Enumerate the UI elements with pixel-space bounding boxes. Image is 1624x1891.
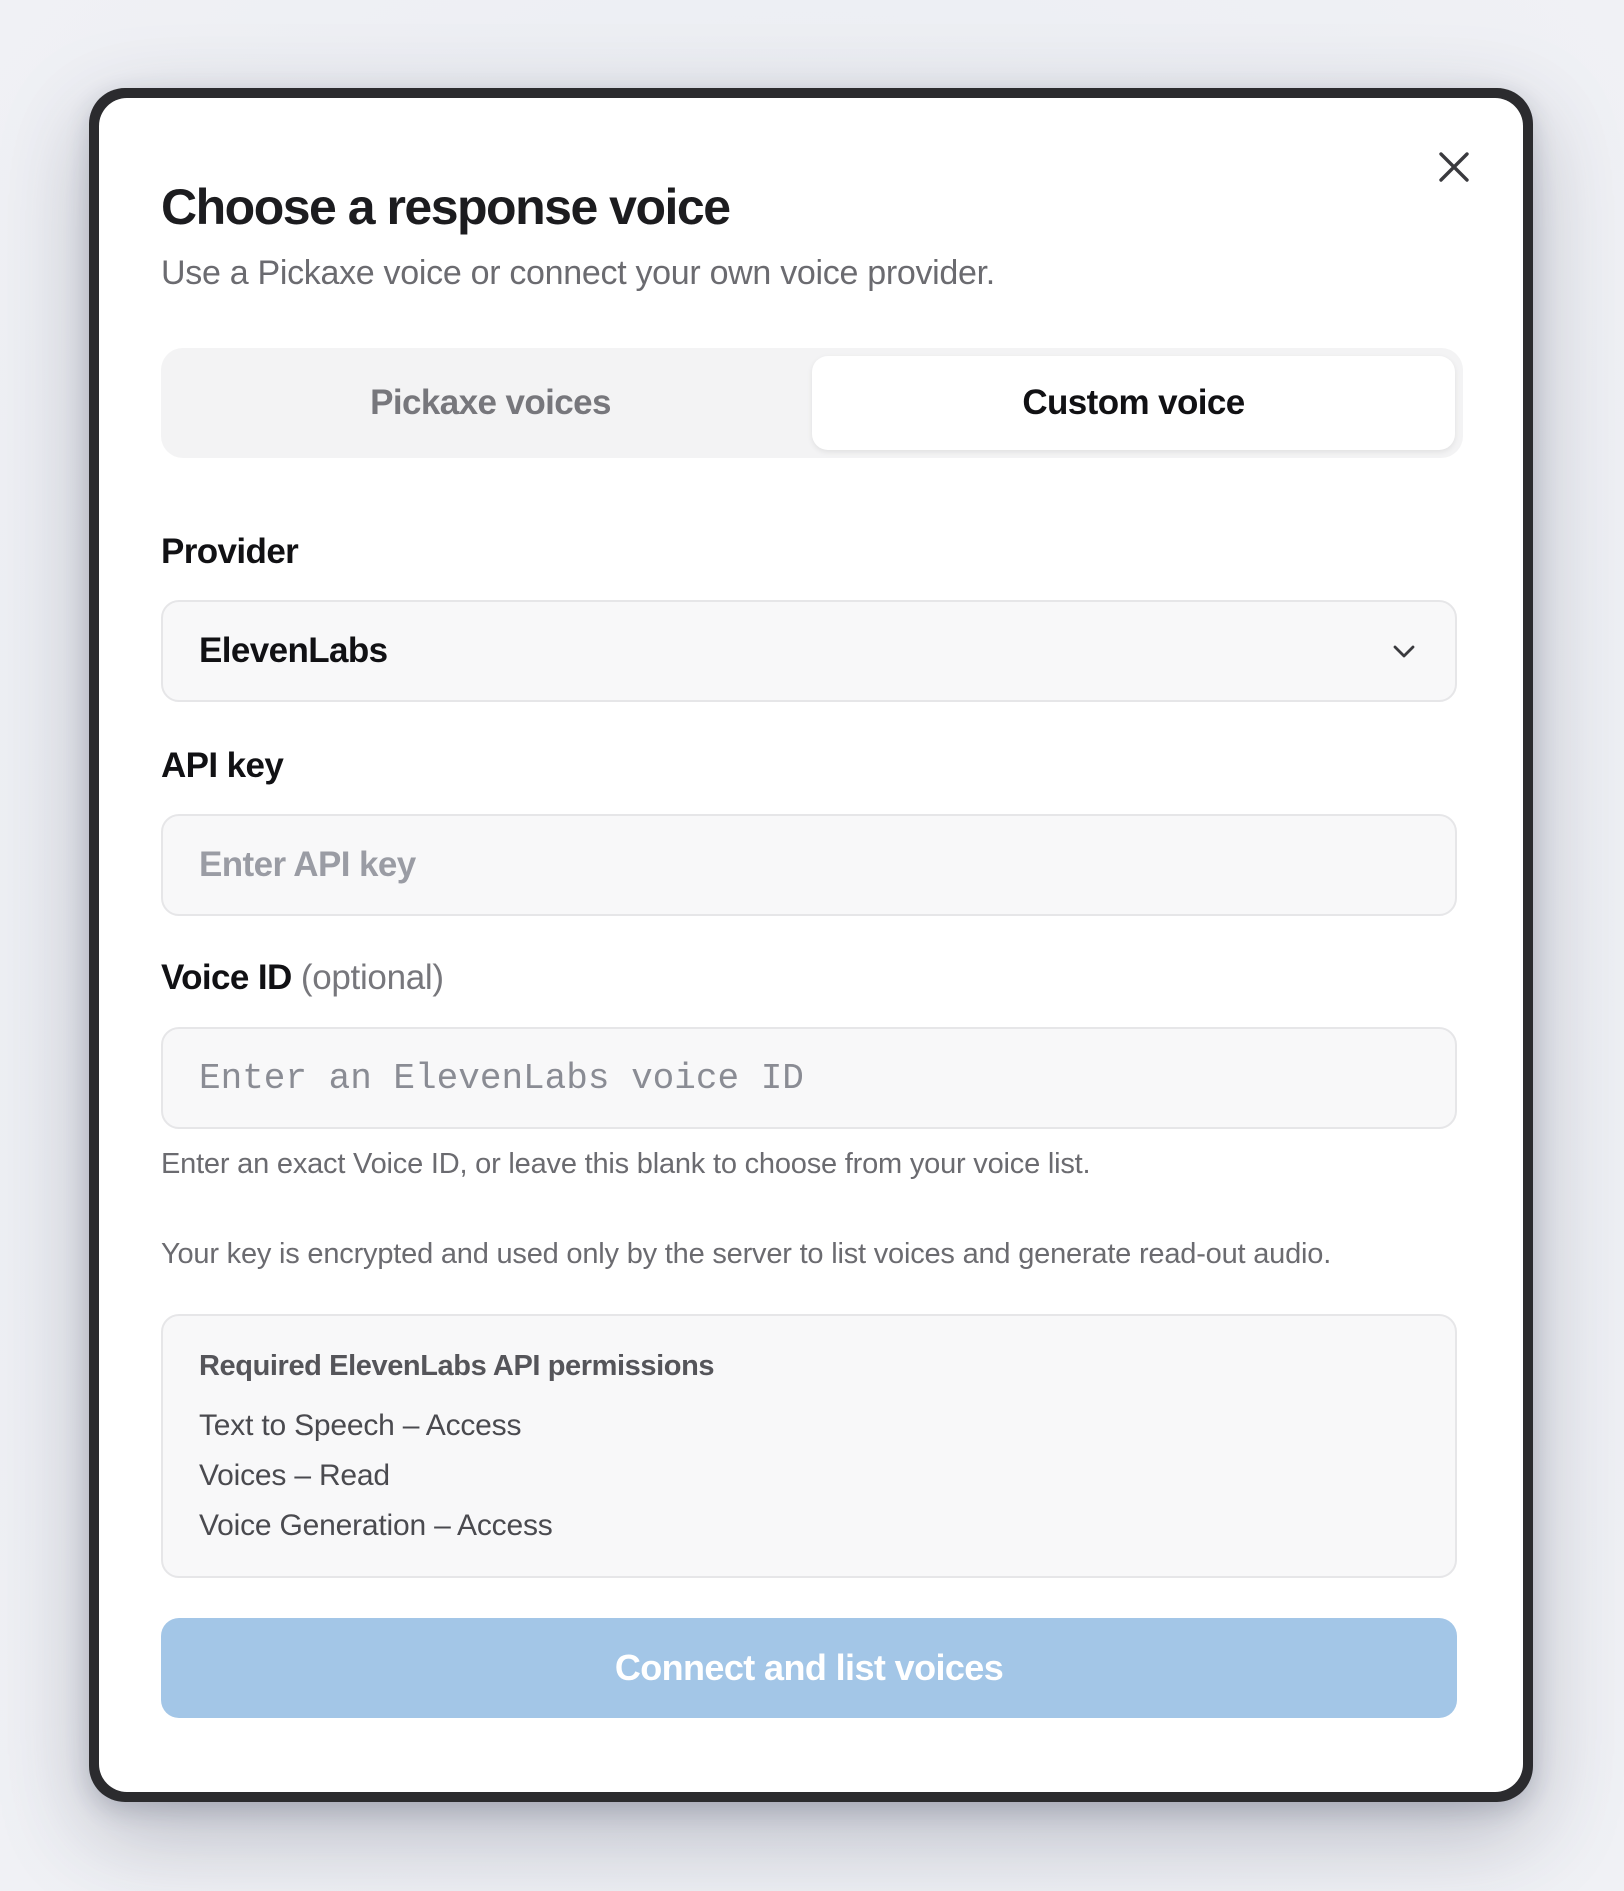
voice-id-input[interactable]: Enter an ElevenLabs voice ID	[161, 1027, 1457, 1129]
modal-frame: Choose a response voice Use a Pickaxe vo…	[89, 88, 1533, 1802]
voice-dialog: Choose a response voice Use a Pickaxe vo…	[99, 98, 1523, 1792]
dialog-subtitle: Use a Pickaxe voice or connect your own …	[161, 254, 995, 292]
close-icon	[1433, 146, 1475, 188]
tab-pickaxe-voices[interactable]: Pickaxe voices	[169, 356, 812, 450]
voice-source-tabs: Pickaxe voices Custom voice	[161, 348, 1463, 458]
encryption-note: Your key is encrypted and used only by t…	[161, 1238, 1332, 1270]
voice-id-placeholder: Enter an ElevenLabs voice ID	[199, 1057, 804, 1099]
permissions-title: Required ElevenLabs API permissions	[199, 1350, 715, 1382]
permission-item: Voice Generation – Access	[199, 1509, 553, 1542]
close-button[interactable]	[1433, 146, 1475, 188]
provider-select[interactable]: ElevenLabs	[161, 600, 1457, 702]
optional-tag: (optional)	[300, 958, 444, 997]
dialog-title: Choose a response voice	[161, 179, 731, 235]
chevron-down-icon	[1389, 636, 1419, 666]
voice-id-label-text: Voice ID	[161, 958, 292, 997]
permissions-box: Required ElevenLabs API permissions Text…	[161, 1314, 1457, 1578]
connect-and-list-voices-button[interactable]: Connect and list voices	[161, 1618, 1457, 1718]
voice-id-helper-text: Enter an exact Voice ID, or leave this b…	[161, 1148, 1091, 1180]
permission-item: Voices – Read	[199, 1459, 390, 1492]
provider-selected-value: ElevenLabs	[199, 631, 388, 670]
tab-custom-voice[interactable]: Custom voice	[812, 356, 1455, 450]
provider-label: Provider	[161, 532, 299, 571]
voice-id-label: Voice ID (optional)	[161, 958, 444, 998]
api-key-label: API key	[161, 746, 284, 785]
api-key-input[interactable]: Enter API key	[161, 814, 1457, 916]
api-key-placeholder: Enter API key	[199, 845, 416, 884]
permission-item: Text to Speech – Access	[199, 1409, 522, 1442]
